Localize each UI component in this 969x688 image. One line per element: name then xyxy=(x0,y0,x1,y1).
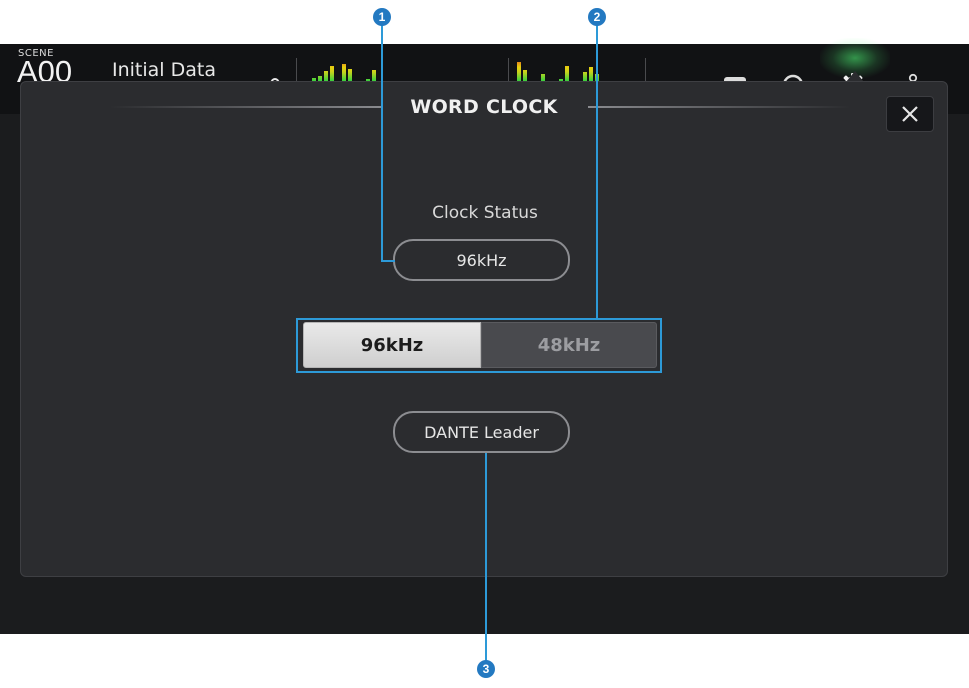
scene-name[interactable]: Initial Data xyxy=(112,59,216,81)
callout-1: 1 xyxy=(373,8,391,26)
rate-96khz-button[interactable]: 96kHz xyxy=(303,322,481,368)
callout-2: 2 xyxy=(588,8,606,26)
callout-line-2 xyxy=(596,22,598,319)
callout-line-1 xyxy=(381,22,383,262)
clock-status-label: Clock Status xyxy=(432,203,538,223)
clock-status-indicator: 96kHz xyxy=(393,239,570,281)
dialog-title: WORD CLOCK xyxy=(410,96,558,118)
close-button[interactable] xyxy=(886,96,934,132)
title-rule-right xyxy=(588,106,850,108)
rate-48khz-button[interactable]: 48kHz xyxy=(481,322,657,368)
dante-leader-button[interactable]: DANTE Leader xyxy=(393,411,570,453)
title-rule-left xyxy=(110,106,382,108)
close-icon xyxy=(902,106,918,122)
callout-3: 3 xyxy=(477,660,495,678)
callout-line-1-tick xyxy=(381,260,395,262)
callout-line-3 xyxy=(485,453,487,661)
